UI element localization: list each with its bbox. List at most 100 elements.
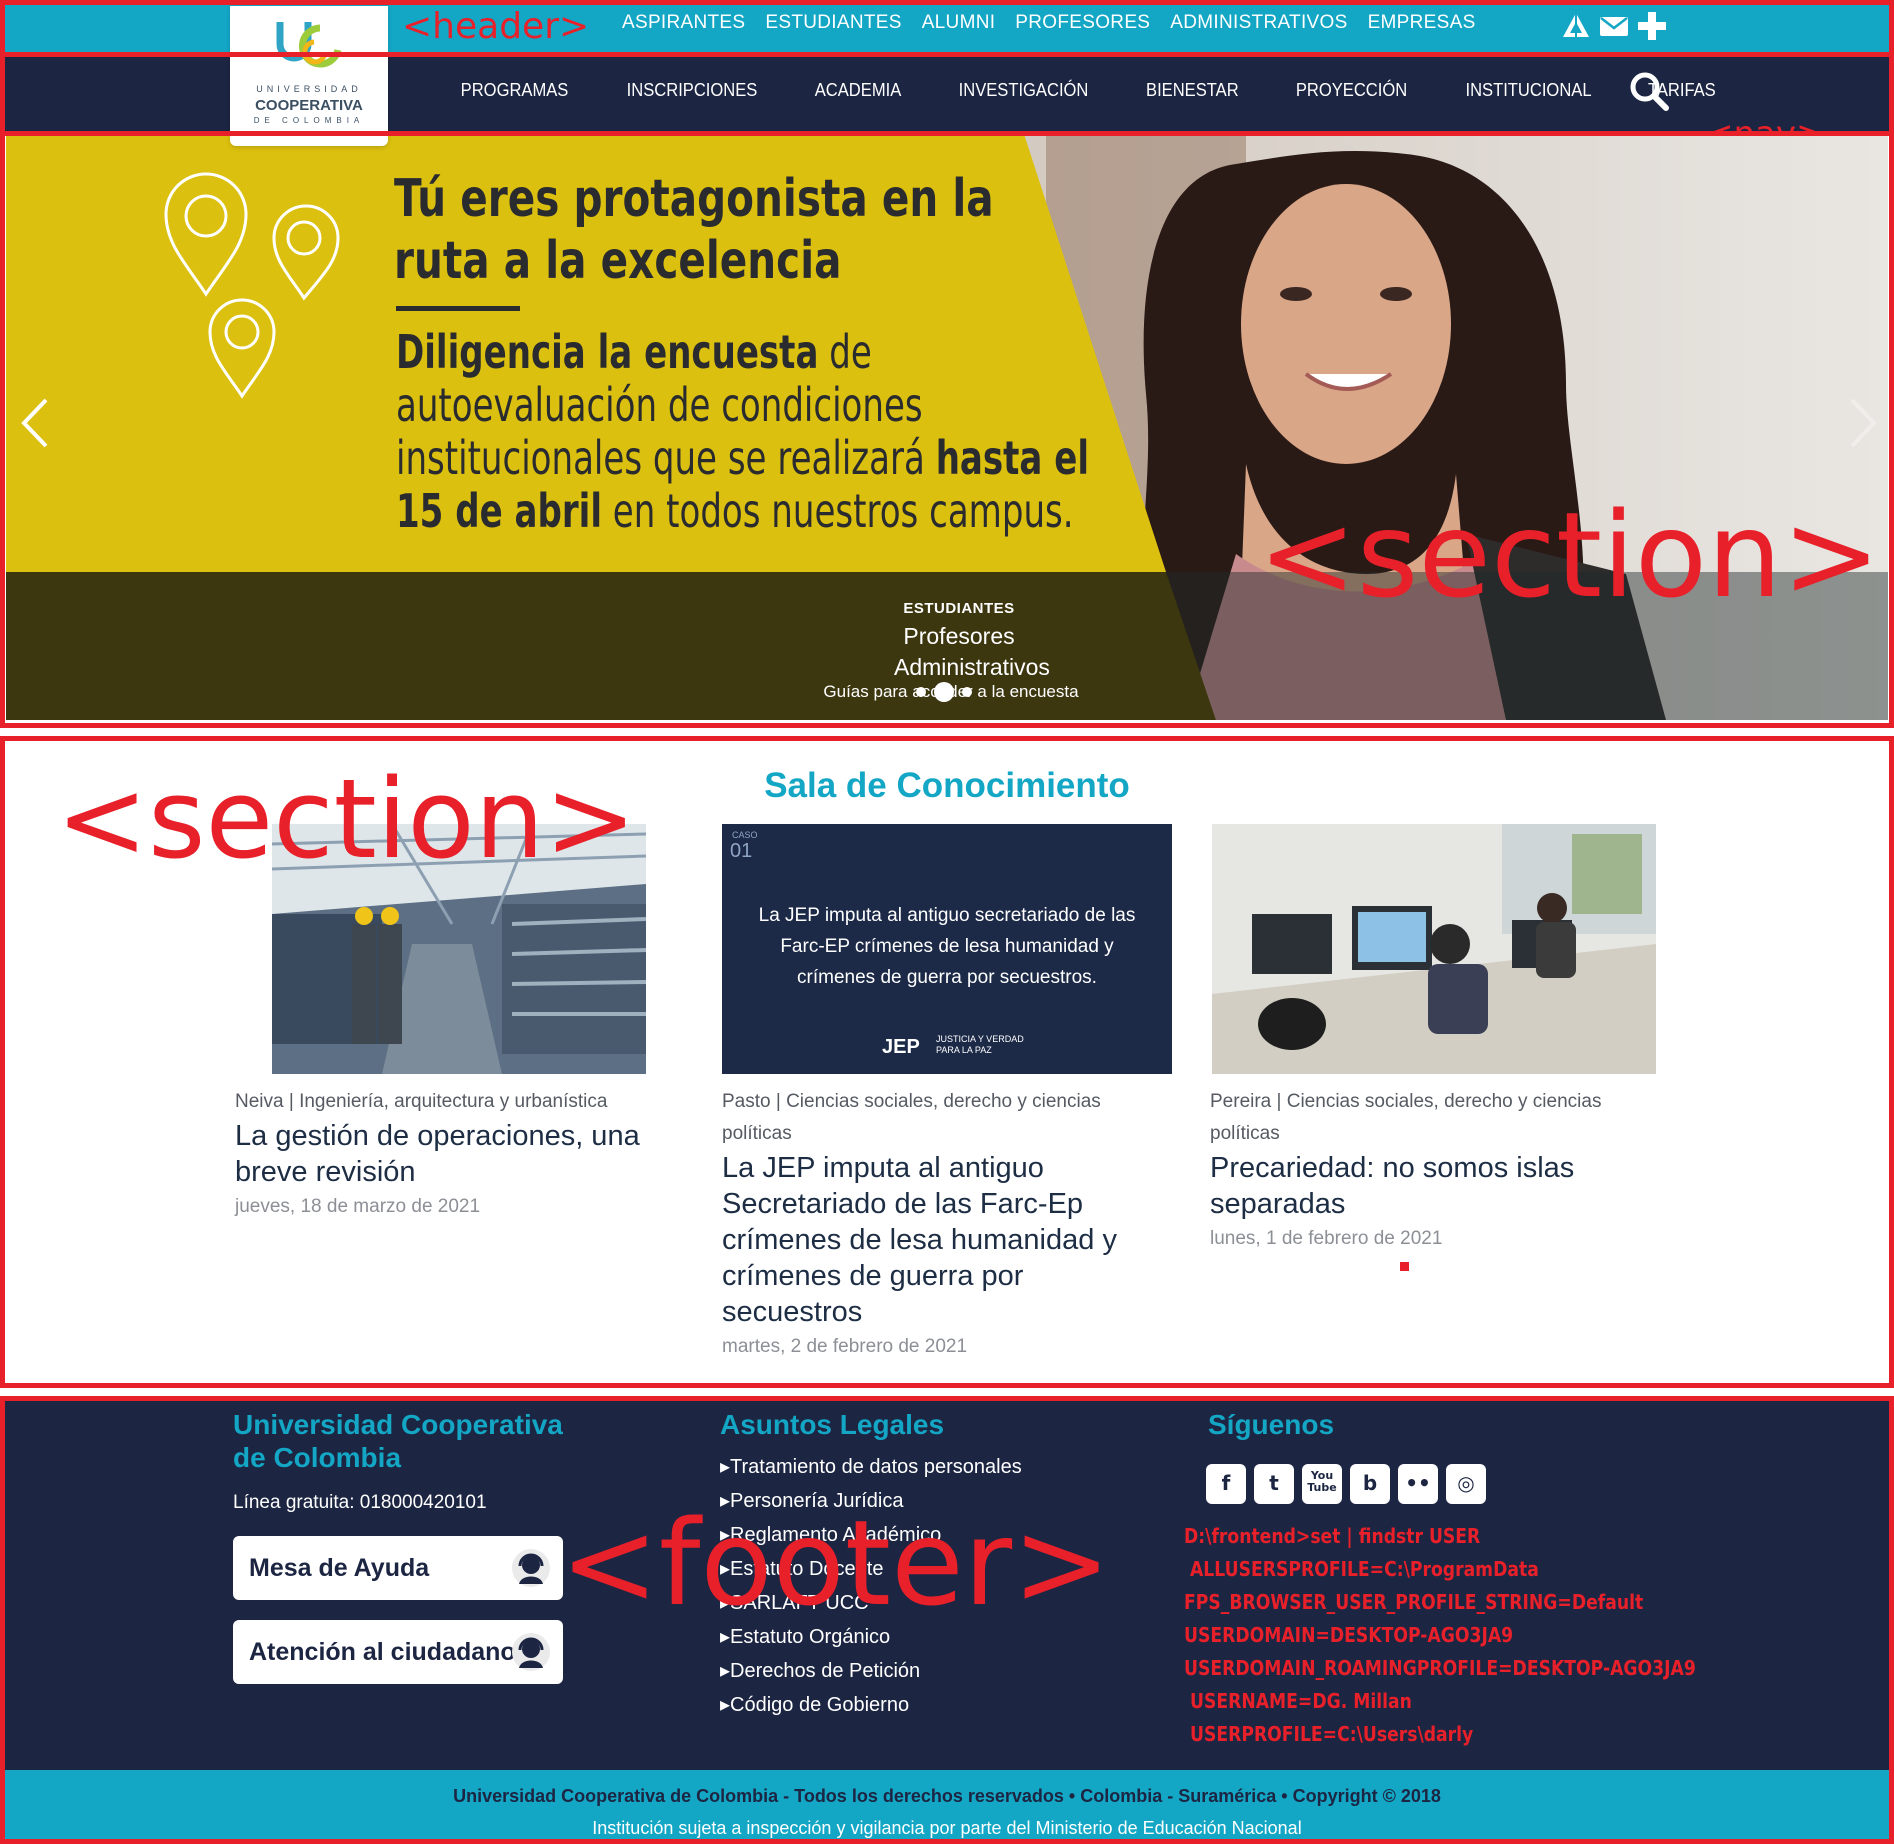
hero-body-text4b: en todos nuestros campus.	[601, 484, 1074, 538]
help-desk-button[interactable]: Mesa de Ayuda	[233, 1536, 563, 1600]
hero-headline-line2: ruta a la excelencia	[394, 231, 842, 291]
youtube-glyph: You Tube	[1307, 1469, 1337, 1494]
top-icons	[1560, 10, 1668, 42]
jep-logo-sub-1: JUSTICIA Y VERDAD	[936, 1034, 1024, 1044]
card-title[interactable]: Precariedad: no somos islas separadas	[1210, 1150, 1640, 1222]
nav-item-investigacion[interactable]: INVESTIGACIÓN	[959, 80, 1089, 101]
jep-graphic-text: La JEP imputa al antiguo secretariado de…	[758, 905, 1136, 988]
hero-divider	[396, 306, 520, 311]
facebook-icon[interactable]: f	[1206, 1464, 1246, 1504]
nav-item-academia[interactable]: ACADEMIA	[815, 80, 902, 101]
carousel-next-icon[interactable]	[1848, 396, 1878, 450]
legal-link-codigo-gobierno[interactable]: Código de Gobierno	[720, 1688, 1022, 1722]
social-links: f t You Tube b •• ◎	[1206, 1464, 1486, 1504]
annotation-red-dot	[1400, 1262, 1409, 1271]
terminal-line: D:\frontend>set | findstr USER	[1184, 1524, 1481, 1548]
footer-main: Universidad Cooperativa de Colombia Líne…	[0, 1396, 1894, 1770]
jep-case-label: CASO	[732, 830, 758, 840]
legal-link-datos[interactable]: Tratamiento de datos personales	[720, 1450, 1022, 1484]
jep-graphic: CASO 01 La JEP imputa al antiguo secreta…	[722, 824, 1172, 1074]
carousel-dots	[916, 682, 972, 702]
card-title[interactable]: La JEP imputa al antiguo Secretariado de…	[722, 1150, 1152, 1330]
card-meta: Neiva | Ingeniería, arquitectura y urban…	[235, 1091, 608, 1112]
hero-audience-teachers: Profesores	[903, 623, 1015, 649]
hero-carousel: Tú eres protagonista en la ruta a la exc…	[6, 134, 1888, 720]
copyright-text: Universidad Cooperativa de Colombia - To…	[453, 1786, 1441, 1806]
flickr-glyph: ••	[1405, 1471, 1431, 1495]
nav-item-bienestar[interactable]: BIENESTAR	[1146, 80, 1239, 101]
logo-text-line1: UNIVERSIDAD	[256, 84, 362, 94]
card-date: martes, 2 de febrero de 2021	[722, 1336, 968, 1357]
logo-text-line2: COOPERATIVA	[255, 97, 363, 114]
card-date: lunes, 1 de febrero de 2021	[1210, 1228, 1443, 1249]
issuu-glyph: b	[1362, 1471, 1378, 1495]
office-photo	[1212, 824, 1656, 1074]
hero-headline: Tú eres protagonista en la ruta a la exc…	[394, 168, 994, 292]
help-desk-label: Mesa de Ayuda	[249, 1553, 430, 1582]
flickr-icon[interactable]: ••	[1398, 1464, 1438, 1504]
annotation-header-tag: <header>	[402, 6, 590, 47]
instagram-icon[interactable]: ◎	[1446, 1464, 1486, 1504]
jep-logo: JEP	[882, 1036, 920, 1058]
footer-legal-title: Asuntos Legales	[720, 1409, 945, 1440]
hero-body: Diligencia la encuesta de autoevaluación…	[396, 326, 1089, 538]
hero-body-bold1: Diligencia la encuesta	[396, 325, 819, 379]
support-agent-icon	[512, 1549, 550, 1587]
carousel-dot-2[interactable]	[934, 682, 954, 702]
hero-body-text1: de	[818, 325, 872, 379]
youtube-icon[interactable]: You Tube	[1302, 1464, 1342, 1504]
annotation-hero-section-tag: <section>	[1258, 486, 1881, 624]
card-title[interactable]: La gestión de operaciones, una breve rev…	[235, 1118, 665, 1190]
twitter-glyph: t	[1269, 1471, 1279, 1495]
top-link-empresas[interactable]: EMPRESAS	[1368, 12, 1476, 34]
citizen-service-button[interactable]: Atención al ciudadano	[233, 1620, 563, 1684]
knowledge-section: Sala de Conocimiento Neiva | Ingeniería,…	[0, 736, 1894, 1386]
terminal-line: FPS_BROWSER_USER_PROFILE_STRING=Default	[1184, 1590, 1644, 1614]
audience-links: ASPIRANTES ESTUDIANTES ALUMNI PROFESORES…	[622, 12, 1476, 34]
search-icon[interactable]	[1628, 70, 1670, 112]
nav-item-inscripciones[interactable]: INSCRIPCIONES	[627, 80, 758, 101]
oversight-text: Institución sujeta a inspección y vigila…	[592, 1818, 1302, 1838]
university-logo[interactable]: UNIVERSIDAD COOPERATIVA DE COLOMBIA	[230, 6, 388, 146]
nav-item-institucional[interactable]: INSTITUCIONAL	[1465, 80, 1591, 101]
hero-audience-admins: Administrativos	[894, 654, 1050, 680]
issuu-icon[interactable]: b	[1350, 1464, 1390, 1504]
carousel-dot-1[interactable]	[916, 687, 926, 697]
card-meta: Pasto | Ciencias sociales, derecho y cie…	[722, 1091, 1101, 1144]
annotation-knowledge-section-tag: <section>	[56, 755, 637, 883]
terminal-line: USERDOMAIN=DESKTOP-AGO3JA9	[1184, 1623, 1514, 1647]
carousel-dot-3[interactable]	[962, 687, 972, 697]
instagram-glyph: ◎	[1457, 1471, 1475, 1495]
terminal-overlay: D:\frontend>set | findstr USER ALLUSERSP…	[1184, 1520, 1696, 1751]
top-link-alumni[interactable]: ALUMNI	[922, 12, 996, 34]
top-link-estudiantes[interactable]: ESTUDIANTES	[765, 12, 901, 34]
jep-case-number: 01	[730, 840, 753, 862]
logo-text-line3: DE COLOMBIA	[253, 116, 365, 125]
footer-phone: Línea gratuita: 018000420101	[233, 1492, 487, 1513]
hero-audience: ESTUDIANTES Profesores Administrativos	[894, 600, 1050, 681]
hero-headline-line1: Tú eres protagonista en la	[394, 169, 994, 229]
footer-university-title: Universidad Cooperativa de Colombia	[233, 1408, 563, 1474]
top-link-profesores[interactable]: PROFESORES	[1015, 12, 1150, 34]
terminal-line: USERDOMAIN_ROAMINGPROFILE=DESKTOP-AGO3JA…	[1184, 1656, 1696, 1680]
twitter-icon[interactable]: t	[1254, 1464, 1294, 1504]
nav-item-programas[interactable]: PROGRAMAS	[461, 80, 569, 101]
carousel-prev-icon[interactable]	[20, 396, 50, 450]
jep-logo-sub: JUSTICIA Y VERDAD PARA LA PAZ	[936, 1034, 1024, 1056]
nav-item-proyeccion[interactable]: PROYECCIÓN	[1296, 80, 1407, 101]
mail-icon[interactable]	[1598, 10, 1630, 42]
network-icon[interactable]	[1560, 10, 1592, 42]
hero-body-text4a: 15 de abril	[396, 484, 602, 538]
card-date: jueves, 18 de marzo de 2021	[235, 1196, 481, 1217]
terminal-line: USERNAME=DG. Millan	[1184, 1689, 1412, 1713]
hero-body-text2: autoevaluación de condiciones	[396, 378, 923, 432]
top-link-aspirantes[interactable]: ASPIRANTES	[622, 12, 745, 34]
citizen-service-label: Atención al ciudadano	[249, 1637, 516, 1666]
footer-university-title-line1: Universidad Cooperativa	[233, 1409, 563, 1440]
terminal-line: USERPROFILE=C:\Users\darly	[1184, 1722, 1474, 1746]
facebook-glyph: f	[1221, 1471, 1231, 1495]
top-link-administrativos[interactable]: ADMINISTRATIVOS	[1170, 12, 1347, 34]
plus-icon[interactable]	[1636, 10, 1668, 42]
legal-link-derechos-peticion[interactable]: Derechos de Petición	[720, 1654, 1022, 1688]
main-nav-items: PROGRAMAS INSCRIPCIONES ACADEMIA INVESTI…	[456, 80, 1719, 101]
